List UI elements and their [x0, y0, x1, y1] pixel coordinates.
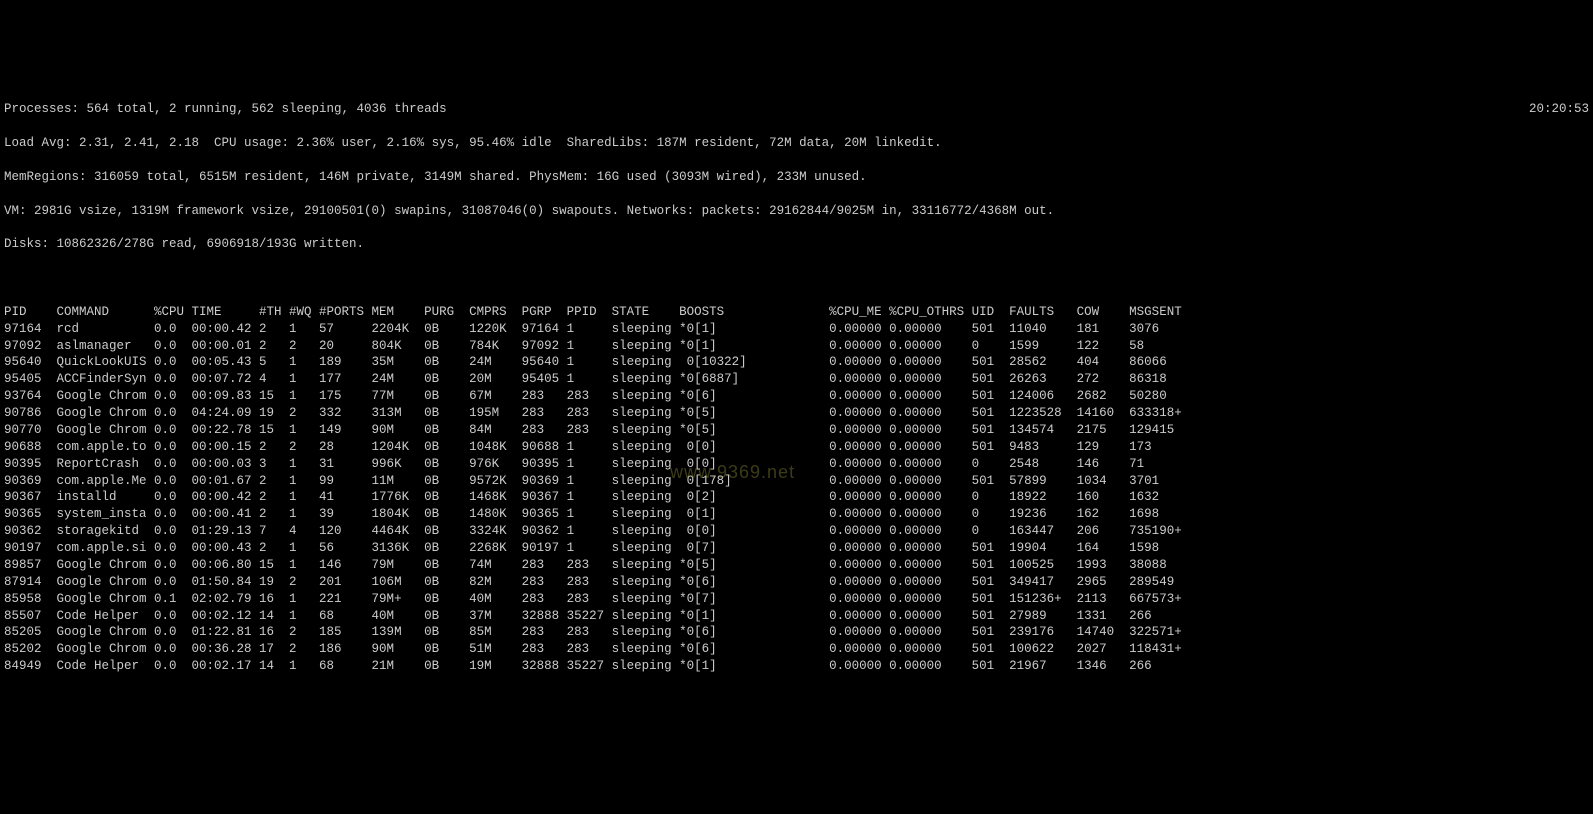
- load-line: Load Avg: 2.31, 2.41, 2.18 CPU usage: 2.…: [4, 135, 1589, 152]
- process-row: 85202 Google Chrom 0.0 00:36.28 17 2 186…: [4, 641, 1589, 658]
- clock: 20:20:53: [1529, 101, 1589, 118]
- terminal-screen[interactable]: Processes: 564 total, 2 running, 562 sle…: [0, 84, 1593, 696]
- process-row: 97092 aslmanager 0.0 00:00.01 2 2 20 804…: [4, 338, 1589, 355]
- process-row: 90770 Google Chrom 0.0 00:22.78 15 1 149…: [4, 422, 1589, 439]
- column-header-row: PID COMMAND %CPU TIME #TH #WQ #PORTS MEM…: [4, 304, 1589, 321]
- process-row: 85205 Google Chrom 0.0 01:22.81 16 2 185…: [4, 624, 1589, 641]
- process-row: 90197 com.apple.si 0.0 00:00.43 2 1 56 3…: [4, 540, 1589, 557]
- process-row: 97164 rcd 0.0 00:00.42 2 1 57 2204K 0B 1…: [4, 321, 1589, 338]
- process-row: 90688 com.apple.to 0.0 00:00.15 2 2 28 1…: [4, 439, 1589, 456]
- process-row: 90365 system_insta 0.0 00:00.41 2 1 39 1…: [4, 506, 1589, 523]
- process-row: 90367 installd 0.0 00:00.42 2 1 41 1776K…: [4, 489, 1589, 506]
- process-row: 85958 Google Chrom 0.1 02:02.79 16 1 221…: [4, 591, 1589, 608]
- process-table: PID COMMAND %CPU TIME #TH #WQ #PORTS MEM…: [4, 304, 1589, 675]
- process-row: 89857 Google Chrom 0.0 00:06.80 15 1 146…: [4, 557, 1589, 574]
- process-row: 90395 ReportCrash 0.0 00:00.03 3 1 31 99…: [4, 456, 1589, 473]
- process-row: 85507 Code Helper 0.0 00:02.12 14 1 68 4…: [4, 608, 1589, 625]
- blank-line: [4, 270, 1589, 287]
- process-row: 95405 ACCFinderSyn 0.0 00:07.72 4 1 177 …: [4, 371, 1589, 388]
- processes-line: Processes: 564 total, 2 running, 562 sle…: [4, 101, 447, 118]
- process-row: 84949 Code Helper 0.0 00:02.17 14 1 68 2…: [4, 658, 1589, 675]
- process-row: 87914 Google Chrom 0.0 01:50.84 19 2 201…: [4, 574, 1589, 591]
- memreg-line: MemRegions: 316059 total, 6515M resident…: [4, 169, 1589, 186]
- process-row: 95640 QuickLookUIS 0.0 00:05.43 5 1 189 …: [4, 354, 1589, 371]
- process-row: 93764 Google Chrom 0.0 00:09.83 15 1 175…: [4, 388, 1589, 405]
- vm-line: VM: 2981G vsize, 1319M framework vsize, …: [4, 203, 1589, 220]
- process-row: 90786 Google Chrom 0.0 04:24.09 19 2 332…: [4, 405, 1589, 422]
- process-row: 90362 storagekitd 0.0 01:29.13 7 4 120 4…: [4, 523, 1589, 540]
- disks-line: Disks: 10862326/278G read, 6906918/193G …: [4, 236, 1589, 253]
- process-row: 90369 com.apple.Me 0.0 00:01.67 2 1 99 1…: [4, 473, 1589, 490]
